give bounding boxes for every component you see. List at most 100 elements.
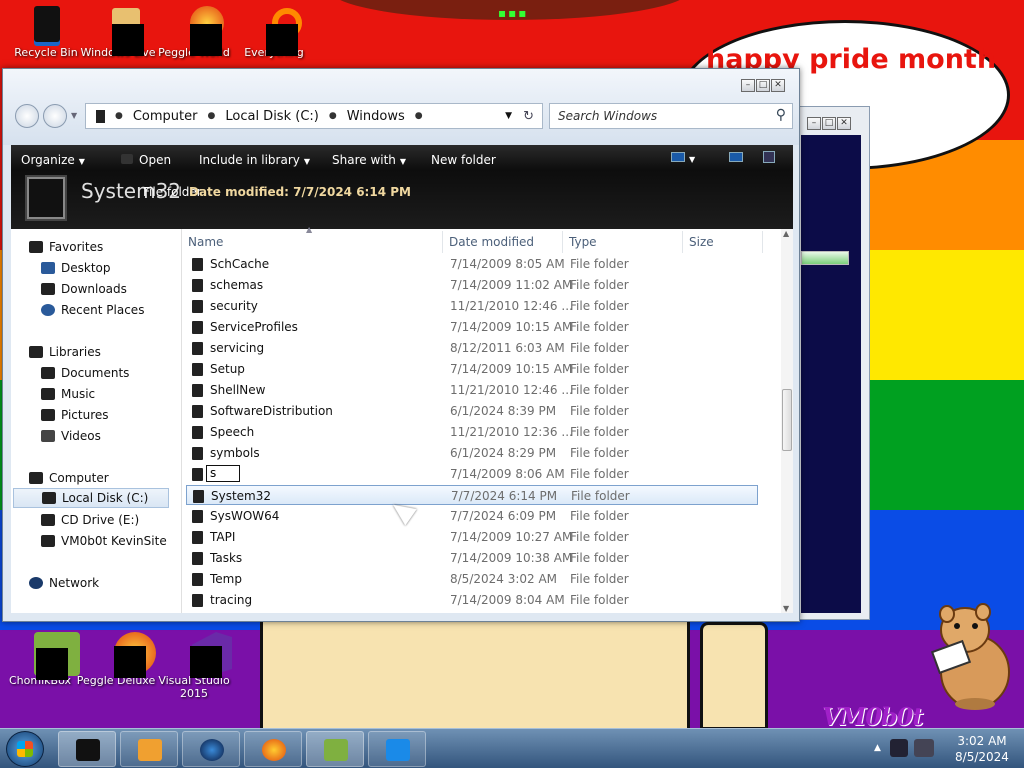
- file-row[interactable]: schemas 7/14/2009 11:02 AM File folder: [186, 275, 758, 295]
- file-row-selected[interactable]: System32 7/7/2024 6:14 PM File folder: [186, 485, 758, 505]
- forward-button[interactable]: [43, 104, 67, 128]
- file-row[interactable]: SchCache 7/14/2009 8:05 AM File folder: [186, 254, 758, 274]
- column-divider[interactable]: [562, 231, 563, 253]
- network-tray-icon[interactable]: [890, 739, 908, 757]
- file-row[interactable]: ServiceProfiles 7/14/2009 10:15 AM File fo…: [186, 317, 758, 337]
- chevron-right-icon[interactable]: ●: [415, 111, 423, 121]
- show-hidden-icons-icon[interactable]: ▲: [874, 743, 881, 753]
- desktop-icon-peggle-world[interactable]: Peggle World: [154, 4, 234, 59]
- windows-live-icon: [98, 4, 144, 56]
- minimize-icon[interactable]: –: [807, 117, 821, 130]
- maximize-icon[interactable]: □: [756, 79, 770, 92]
- background-window[interactable]: – □ ✕: [798, 106, 870, 620]
- help-icon[interactable]: [763, 151, 775, 166]
- file-row[interactable]: ShellNew 11/21/2010 12:46 ... File folder: [186, 380, 758, 400]
- file-row[interactable]: SysWOW64 7/7/2024 6:09 PM File folder: [186, 506, 758, 526]
- desktop-icon-everything[interactable]: Everything: [234, 4, 314, 59]
- recent-pages-icon[interactable]: ▼: [71, 111, 77, 120]
- folder-icon: [192, 510, 203, 523]
- nav-vm0b0t-kevinsite[interactable]: VM0b0t KevinSite: [41, 531, 167, 551]
- address-bar[interactable]: ● Computer ● Local Disk (C:) ● Windows ●…: [85, 103, 543, 129]
- nav-recent-places[interactable]: Recent Places: [41, 300, 144, 320]
- organize-button[interactable]: Organize ▼: [21, 153, 85, 167]
- nav-downloads[interactable]: Downloads: [41, 279, 127, 299]
- desktop-icon-visual-studio[interactable]: Visual Studio 2015: [154, 632, 234, 700]
- minimize-icon[interactable]: –: [741, 79, 755, 92]
- preview-pane-icon[interactable]: [729, 151, 743, 165]
- nav-local-disk[interactable]: Local Disk (C:): [13, 488, 169, 508]
- column-header-type[interactable]: Type: [569, 235, 597, 249]
- scroll-down-icon[interactable]: ▼: [783, 604, 789, 613]
- explorer-window[interactable]: – □ ✕ ▼ ● Computer ● Local Disk (C:) ● W…: [2, 68, 800, 622]
- volume-tray-icon[interactable]: [914, 739, 934, 757]
- nav-cd-drive[interactable]: CD Drive (E:): [41, 510, 139, 530]
- scrollbar-thumb[interactable]: [782, 389, 792, 451]
- pictures-icon: [41, 409, 55, 421]
- nav-music[interactable]: Music: [41, 384, 95, 404]
- taskbar-media-player[interactable]: [120, 731, 178, 767]
- close-icon[interactable]: ✕: [771, 79, 785, 92]
- column-divider[interactable]: [682, 231, 683, 253]
- breadcrumb-computer[interactable]: Computer: [133, 109, 198, 124]
- details-date-modified: Date modified: 7/7/2024 6:14 PM: [189, 185, 411, 199]
- file-row[interactable]: symbols 6/1/2024 8:29 PM File folder: [186, 443, 758, 463]
- nav-computer[interactable]: Computer: [29, 468, 109, 488]
- desktop-icon-recycle-bin[interactable]: Recycle Bin: [6, 4, 86, 59]
- column-header-date-modified[interactable]: Date modified: [449, 235, 534, 249]
- taskbar-globe[interactable]: [182, 731, 240, 767]
- file-row-renaming[interactable]: s 7/14/2009 8:06 AM File folder: [186, 464, 758, 484]
- share-with-button[interactable]: Share with ▼: [332, 153, 406, 167]
- taskbar-explorer[interactable]: [58, 731, 116, 767]
- file-row[interactable]: SoftwareDistribution 6/1/2024 8:39 PM File…: [186, 401, 758, 421]
- nav-documents[interactable]: Documents: [41, 363, 129, 383]
- nav-libraries[interactable]: Libraries: [29, 342, 101, 362]
- search-icon[interactable]: ⚲: [776, 107, 786, 123]
- clock[interactable]: 3:02 AM 8/5/2024: [944, 733, 1020, 765]
- file-row[interactable]: tracing 7/14/2009 8:04 AM File folder: [186, 590, 758, 610]
- file-row[interactable]: Temp 8/5/2024 3:02 AM File folder: [186, 569, 758, 589]
- desktop-icon-peggle-deluxe[interactable]: Peggle Deluxe: [76, 632, 156, 687]
- chevron-right-icon[interactable]: ●: [115, 111, 123, 121]
- open-button[interactable]: Open: [121, 153, 171, 167]
- new-folder-button[interactable]: New folder: [431, 153, 496, 167]
- breadcrumb-windows[interactable]: Windows: [347, 109, 405, 124]
- column-divider[interactable]: [762, 231, 763, 253]
- scroll-up-icon[interactable]: ▲: [783, 229, 789, 238]
- breadcrumb-local-disk[interactable]: Local Disk (C:): [225, 109, 318, 124]
- nav-videos[interactable]: Videos: [41, 426, 101, 446]
- refresh-icon[interactable]: ↻: [523, 109, 534, 124]
- taskbar-chomikbox[interactable]: [306, 731, 364, 767]
- column-header-size[interactable]: Size: [689, 235, 714, 249]
- nav-network[interactable]: Network: [29, 573, 99, 593]
- start-button[interactable]: [6, 731, 44, 767]
- desktop-icon-windows-live[interactable]: Windows Live: [78, 4, 158, 59]
- chomikbox-icon: [20, 632, 80, 680]
- vertical-scrollbar[interactable]: ▲ ▼: [781, 229, 793, 613]
- nav-favorites[interactable]: Favorites: [29, 237, 103, 257]
- nav-pictures[interactable]: Pictures: [41, 405, 109, 425]
- nav-desktop[interactable]: Desktop: [41, 258, 111, 278]
- view-options-icon[interactable]: ▼: [671, 151, 695, 165]
- file-row[interactable]: Tasks 7/14/2009 10:38 AM File folder: [186, 548, 758, 568]
- chevron-right-icon[interactable]: ●: [208, 111, 216, 121]
- back-button[interactable]: [15, 104, 39, 128]
- file-name: servicing: [210, 341, 265, 355]
- taskbar-windows-app[interactable]: [368, 731, 426, 767]
- file-name: ShellNew: [210, 383, 266, 397]
- file-row[interactable]: servicing 8/12/2011 6:03 AM File folder: [186, 338, 758, 358]
- file-row[interactable]: security 11/21/2010 12:46 ... File folder: [186, 296, 758, 316]
- file-row[interactable]: TAPI 7/14/2009 10:27 AM File folder: [186, 527, 758, 547]
- chevron-down-icon[interactable]: ▼: [505, 111, 512, 121]
- maximize-icon[interactable]: □: [822, 117, 836, 130]
- rename-input[interactable]: s: [206, 465, 240, 482]
- file-row[interactable]: Speech 11/21/2010 12:36 ... File folder: [186, 422, 758, 442]
- column-header-name[interactable]: Name: [188, 235, 223, 249]
- taskbar-firefox[interactable]: [244, 731, 302, 767]
- include-in-library-button[interactable]: Include in library ▼: [199, 153, 310, 167]
- file-row[interactable]: Setup 7/14/2009 10:15 AM File folder: [186, 359, 758, 379]
- column-divider[interactable]: [442, 231, 443, 253]
- chevron-right-icon[interactable]: ●: [329, 111, 337, 121]
- desktop-icon-chomikbox[interactable]: ChomikBox: [0, 632, 80, 687]
- search-input[interactable]: Search Windows ⚲: [549, 103, 793, 129]
- close-icon[interactable]: ✕: [837, 117, 851, 130]
